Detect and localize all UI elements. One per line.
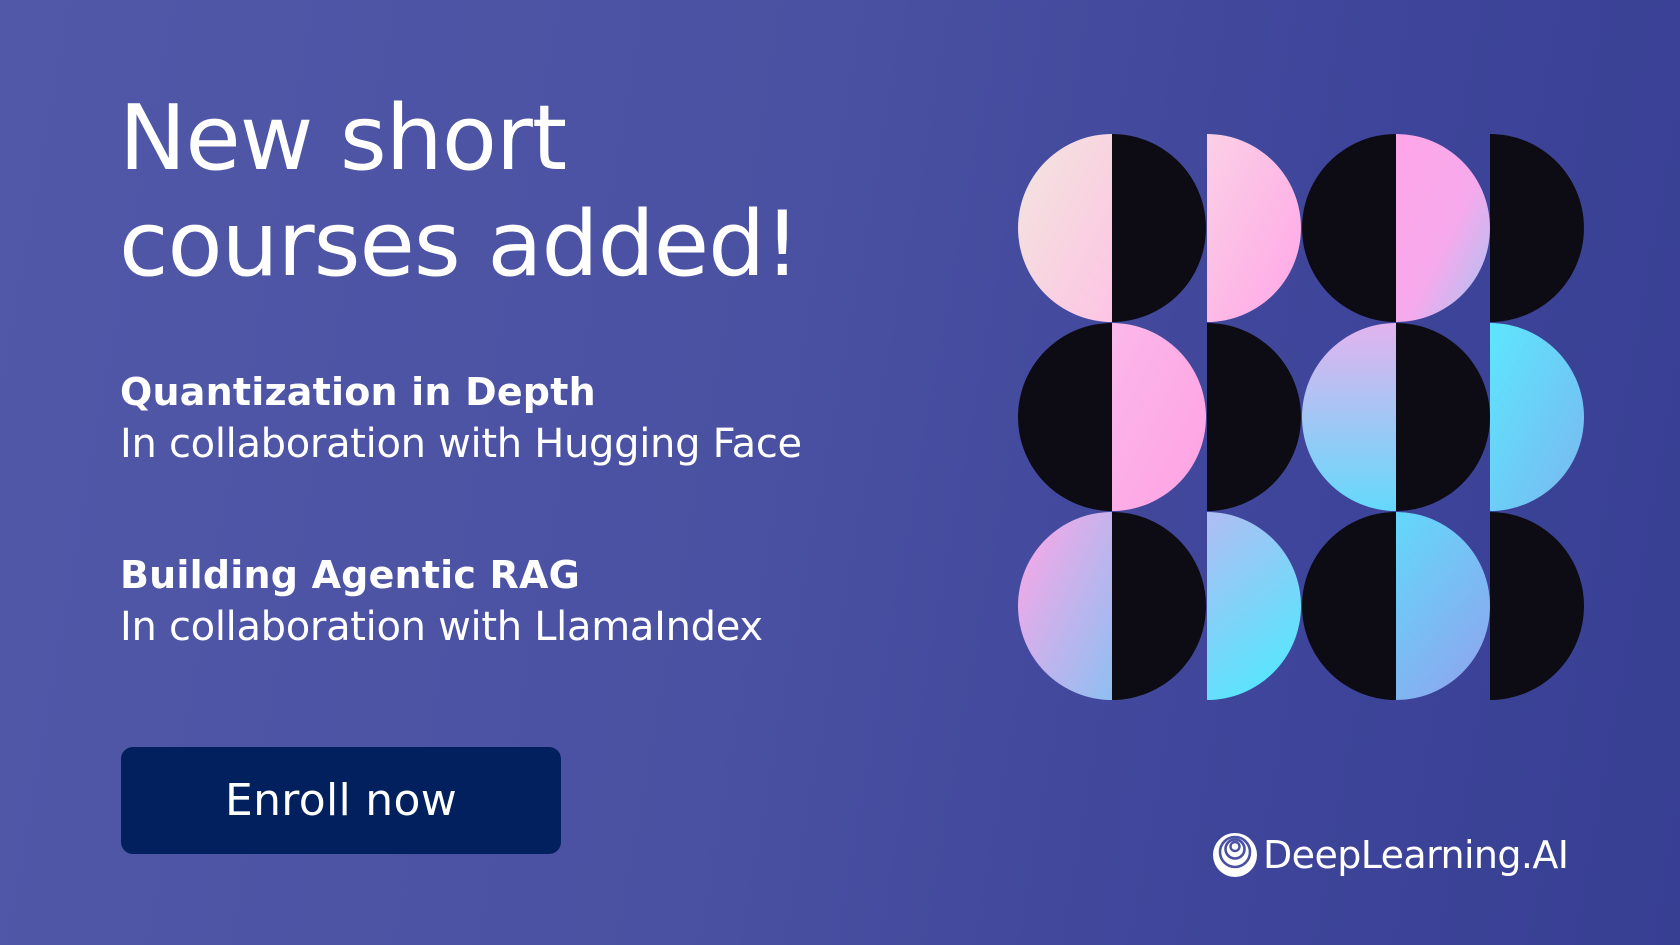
- course-quantization: Quantization in Depth In collaboration w…: [120, 369, 802, 473]
- half-circle: [1112, 512, 1206, 700]
- decorative-half-circle-pattern: [1018, 134, 1584, 700]
- brand-logo[interactable]: DeepLearning.AI: [1212, 831, 1569, 879]
- course-partner: In collaboration with LlamaIndex: [120, 604, 763, 650]
- deeplearning-ai-logo-icon: [1213, 833, 1257, 877]
- course-partner: In collaboration with Hugging Face: [120, 421, 802, 467]
- half-circle: [1112, 134, 1206, 322]
- course-agentic-rag: Building Agentic RAG In collaboration wi…: [120, 552, 763, 656]
- half-circle: [1018, 512, 1112, 700]
- enroll-now-button[interactable]: Enroll now: [121, 747, 561, 854]
- half-circle: [1018, 323, 1112, 511]
- headline-line-1: New short: [119, 86, 567, 191]
- course-title: Building Agentic RAG: [120, 553, 581, 597]
- half-circle: [1396, 512, 1490, 700]
- half-circle: [1207, 512, 1301, 700]
- half-circle: [1396, 134, 1490, 322]
- half-circle: [1112, 323, 1206, 511]
- half-circle: [1018, 134, 1112, 322]
- headline: New short courses added!: [119, 86, 800, 298]
- half-circle: [1490, 323, 1584, 511]
- half-circle: [1302, 323, 1396, 511]
- half-circle: [1396, 323, 1490, 511]
- half-circle: [1207, 134, 1301, 322]
- half-circle: [1490, 512, 1584, 700]
- half-circle: [1207, 323, 1301, 511]
- half-circle: [1302, 512, 1396, 700]
- half-circle: [1302, 134, 1396, 322]
- headline-line-2: courses added!: [119, 192, 800, 297]
- half-circle: [1490, 134, 1584, 322]
- brand-name: DeepLearning.AI: [1263, 833, 1569, 877]
- course-title: Quantization in Depth: [120, 370, 596, 414]
